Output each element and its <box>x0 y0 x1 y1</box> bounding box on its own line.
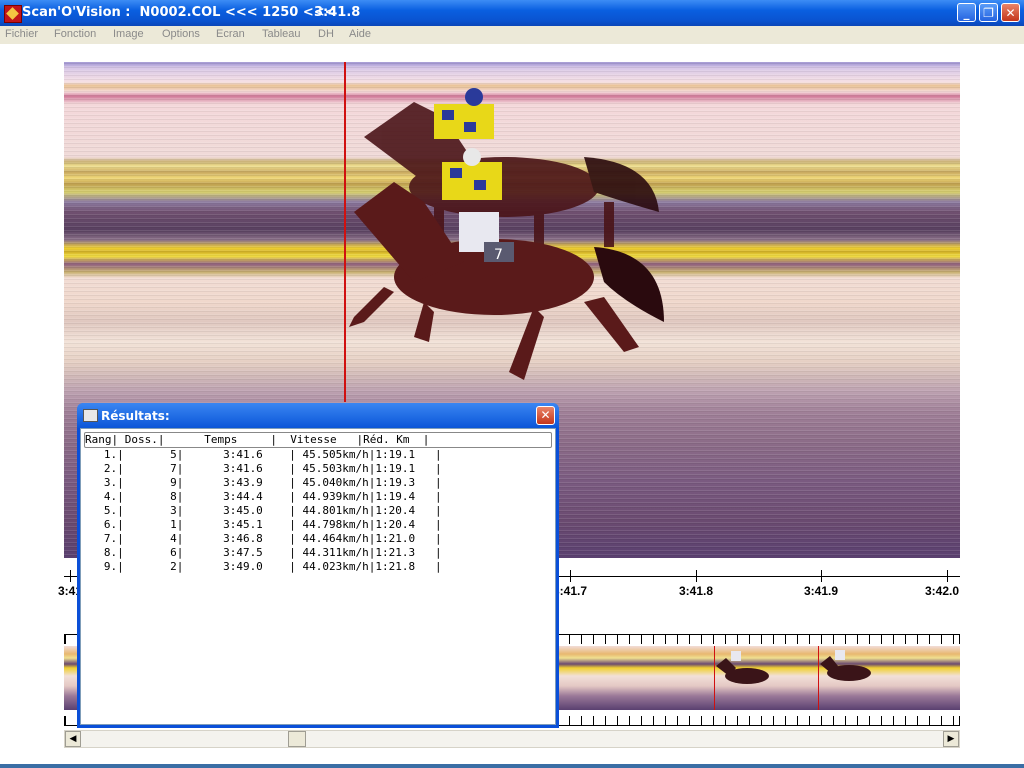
results-dialog-titlebar[interactable]: Résultats: ✕ <box>77 403 559 428</box>
menu-tableau[interactable]: Tableau <box>262 28 301 40</box>
app-icon[interactable] <box>4 5 22 23</box>
results-row[interactable]: 1.| 5| 3:41.6 | 45.505km/h|1:19.1 | <box>84 448 552 462</box>
results-dialog: Résultats: ✕ Rang| Doss.| Temps | Vitess… <box>77 403 559 728</box>
title-bar: Scan'O'Vision : N0002.COL <<< 1250 <<< 3… <box>0 0 1024 26</box>
menu-dh[interactable]: DH <box>318 28 334 40</box>
results-header: Rang| Doss.| Temps | Vitesse |Réd. Km | <box>84 432 552 448</box>
results-row[interactable]: 8.| 6| 3:47.5 | 44.311km/h|1:21.3 | <box>84 546 552 560</box>
results-row[interactable]: 7.| 4| 3:46.8 | 44.464km/h|1:21.0 | <box>84 532 552 546</box>
bottom-border <box>0 764 1024 768</box>
menu-options[interactable]: Options <box>162 28 200 40</box>
window-time: 3:41.8 <box>314 5 361 20</box>
results-row[interactable]: 5.| 3| 3:45.0 | 44.801km/h|1:20.4 | <box>84 504 552 518</box>
printer-icon[interactable] <box>83 409 98 422</box>
menu-fonction[interactable]: Fonction <box>54 28 96 40</box>
time-tick <box>570 570 571 582</box>
time-label: 3:42.0 <box>924 584 960 598</box>
results-list[interactable]: Rang| Doss.| Temps | Vitesse |Réd. Km | … <box>80 428 556 725</box>
menu-fichier[interactable]: Fichier <box>5 28 38 40</box>
time-tick <box>696 570 697 582</box>
close-button[interactable]: ✕ <box>1001 3 1020 22</box>
results-row[interactable]: 4.| 8| 3:44.4 | 44.939km/h|1:19.4 | <box>84 490 552 504</box>
results-row[interactable]: 6.| 1| 3:45.1 | 44.798km/h|1:20.4 | <box>84 518 552 532</box>
scroll-left-arrow[interactable]: ◀ <box>65 731 81 747</box>
results-row[interactable]: 2.| 7| 3:41.6 | 45.503km/h|1:19.1 | <box>84 462 552 476</box>
menu-ecran[interactable]: Ecran <box>216 28 245 40</box>
menu-aide[interactable]: Aide <box>349 28 371 40</box>
svg-text:7: 7 <box>494 247 503 263</box>
time-tick <box>947 570 948 582</box>
window-title: Scan'O'Vision : N0002.COL <<< 1250 <<< <box>22 5 336 20</box>
scroll-thumb[interactable] <box>288 731 306 747</box>
horizontal-scrollbar[interactable]: ◀ ▶ <box>64 730 960 748</box>
time-label: 3:41.8 <box>678 584 714 598</box>
time-label: 3:41.9 <box>803 584 839 598</box>
maximize-button[interactable]: ❐ <box>979 3 998 22</box>
scroll-right-arrow[interactable]: ▶ <box>943 731 959 747</box>
results-row[interactable]: 3.| 9| 3:43.9 | 45.040km/h|1:19.3 | <box>84 476 552 490</box>
results-dialog-title: Résultats: <box>101 409 170 423</box>
minimize-button[interactable]: _ <box>957 3 976 22</box>
menu-image[interactable]: Image <box>113 28 144 40</box>
results-row[interactable]: 9.| 2| 3:49.0 | 44.023km/h|1:21.8 | <box>84 560 552 574</box>
results-close-button[interactable]: ✕ <box>536 406 555 425</box>
time-tick <box>70 570 71 582</box>
time-tick <box>821 570 822 582</box>
menu-bar: Fichier Fonction Image Options Ecran Tab… <box>0 26 1024 44</box>
finish-line[interactable] <box>344 62 346 402</box>
